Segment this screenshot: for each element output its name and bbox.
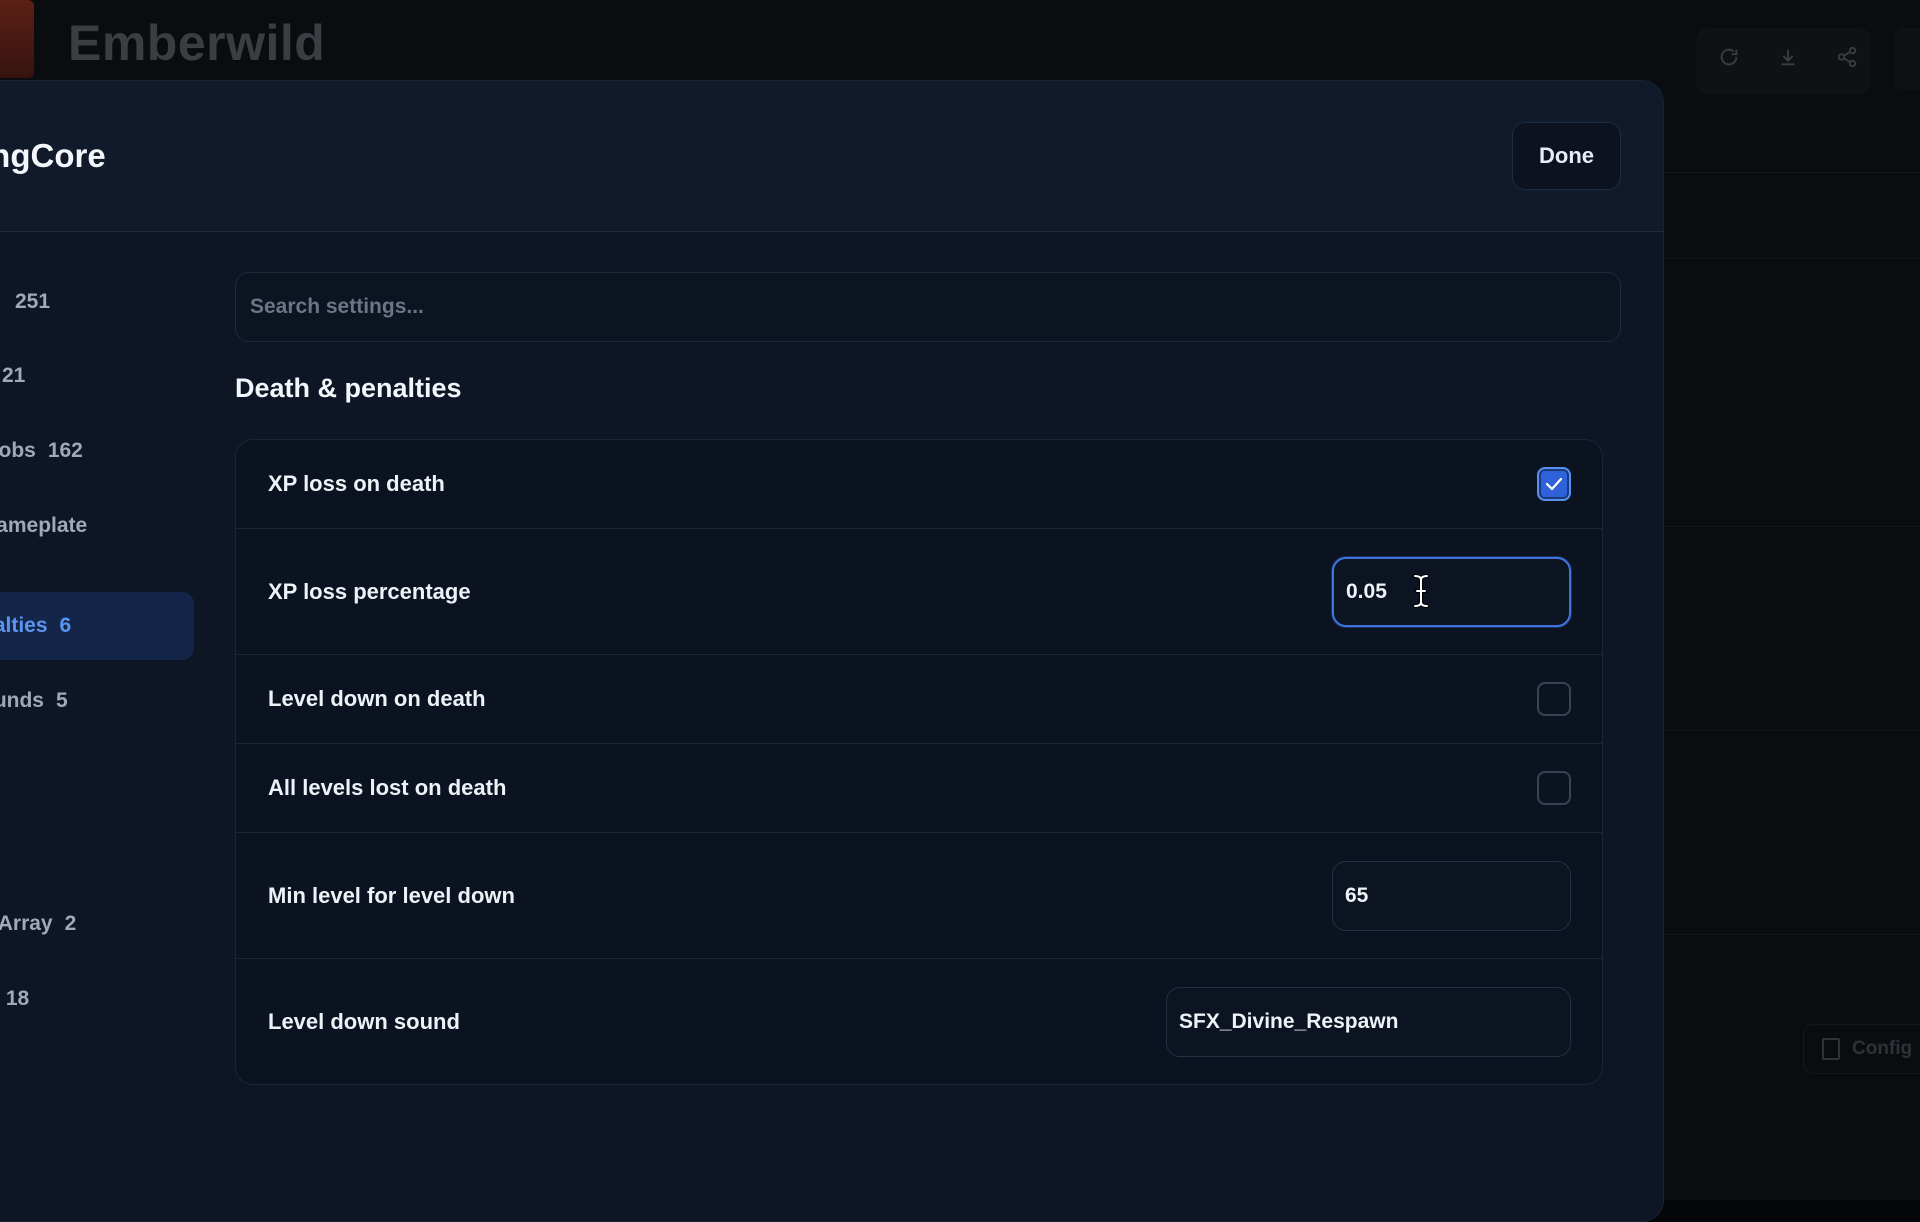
setting-row-level-down-sound: Level down sound SFX_Divine_Respawn [236, 959, 1602, 1084]
all-levels-lost-checkbox[interactable] [1537, 771, 1571, 805]
setting-label: Level down on death [268, 686, 486, 711]
download-icon[interactable] [1773, 46, 1803, 76]
sidebar-item-label: e Array [0, 912, 53, 935]
sidebar-item[interactable]: e Array 2 [0, 890, 194, 958]
sidebar-item[interactable]: Nameplate [0, 492, 194, 560]
search-input[interactable] [235, 272, 1621, 342]
share-icon[interactable] [1832, 46, 1862, 76]
divider [1662, 258, 1920, 259]
setting-label: XP loss percentage [268, 578, 471, 604]
sidebar-item[interactable]: 8 [0, 741, 194, 809]
config-button-label: Config [1852, 1038, 1913, 1059]
level-down-on-death-checkbox[interactable] [1537, 682, 1571, 716]
app-logo [0, 0, 34, 78]
divider [1662, 526, 1920, 527]
sidebar-item[interactable]: ounds 5 [0, 667, 194, 735]
sidebar-item-label: ounds [0, 689, 44, 712]
sidebar-item-label: nalties [0, 614, 48, 637]
setting-row-level-down-on-death: Level down on death [236, 655, 1602, 744]
settings-sidebar: 251 21 Mobs 162 Nameplate nalties 6 ound… [0, 232, 194, 1221]
setting-label: Level down sound [268, 1008, 460, 1034]
sidebar-item-count: 5 [56, 689, 68, 712]
sidebar-item-death-penalties[interactable]: nalties 6 [0, 592, 194, 660]
background-toolbar [1696, 28, 1871, 94]
xp-loss-on-death-checkbox[interactable] [1537, 467, 1571, 501]
modal-header: ingCore Done [0, 81, 1663, 232]
min-level-input[interactable]: 65 [1332, 860, 1571, 931]
background-panel-edge [1894, 28, 1920, 90]
sidebar-item-count: 162 [47, 439, 83, 462]
sidebar-item[interactable]: 21 [0, 342, 194, 410]
sidebar-item-label: Nameplate [0, 514, 88, 537]
divider [1662, 172, 1920, 173]
sidebar-item[interactable]: 3 [0, 816, 194, 884]
done-button[interactable]: Done [1512, 122, 1621, 190]
sidebar-item-count: 21 [2, 364, 26, 387]
level-down-sound-input[interactable]: SFX_Divine_Respawn [1166, 986, 1571, 1057]
file-icon [1822, 1037, 1840, 1060]
setting-row-xp-loss-percentage: XP loss percentage 0.05 [236, 529, 1602, 655]
config-button[interactable]: Config [1803, 1024, 1920, 1074]
setting-row-all-levels-lost: All levels lost on death [236, 744, 1602, 833]
setting-row-min-level: Min level for level down 65 [236, 833, 1602, 959]
setting-row-xp-loss-on-death: XP loss on death [236, 440, 1602, 529]
sidebar-item-count: 6 [59, 614, 72, 637]
modal-title: ingCore [0, 137, 106, 174]
section-title: Death & penalties [235, 373, 462, 403]
app-title: Emberwild [68, 15, 326, 71]
divider [1662, 730, 1920, 731]
sidebar-item[interactable]: 251 [0, 268, 194, 336]
setting-label: XP loss on death [268, 471, 445, 496]
text-cursor-icon [1413, 574, 1429, 608]
divider [1662, 934, 1920, 935]
checkmark-icon [1545, 477, 1563, 491]
refresh-icon[interactable] [1714, 46, 1744, 76]
sidebar-item-label: Mobs [0, 439, 36, 462]
setting-label: Min level for level down [268, 882, 515, 908]
sidebar-item-count: 2 [64, 912, 77, 935]
settings-card: XP loss on death XP loss percentage 0.05… [235, 439, 1603, 1085]
field-value: 65 [1345, 883, 1369, 907]
settings-modal: ingCore Done 251 21 Mobs 162 Nameplate n… [0, 80, 1664, 1222]
sidebar-item-count: 18 [5, 987, 30, 1010]
field-value: 0.05 [1346, 579, 1387, 603]
field-value: SFX_Divine_Respawn [1179, 1009, 1399, 1033]
sidebar-item-count: 251 [15, 290, 51, 313]
setting-label: All levels lost on death [268, 775, 507, 800]
sidebar-item[interactable]: n 18 [0, 965, 194, 1033]
xp-loss-percentage-input[interactable]: 0.05 [1332, 556, 1571, 627]
sidebar-item[interactable]: Mobs 162 [0, 417, 194, 485]
